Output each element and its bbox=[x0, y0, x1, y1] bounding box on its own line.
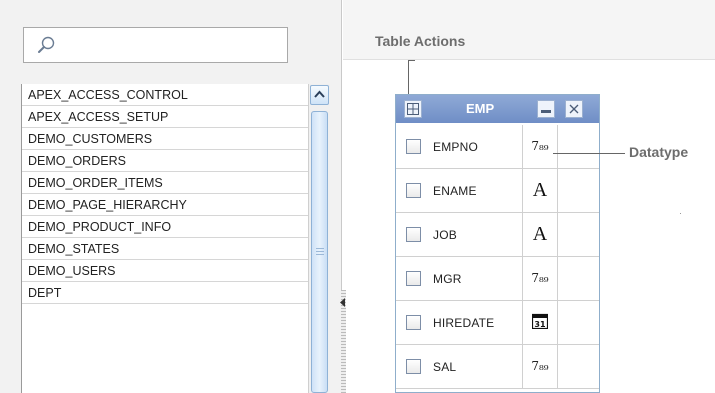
table-list-item[interactable]: DEMO_ORDERS bbox=[22, 150, 309, 172]
table-list-item[interactable]: DEMO_PRODUCT_INFO bbox=[22, 216, 309, 238]
column-checkbox[interactable] bbox=[406, 271, 421, 286]
emp-table-widget[interactable]: EMP EMPNO 7₈₉ ENAME A JOB A MGR 7₈₉ HIREDATE 31 SA… bbox=[395, 94, 600, 393]
emp-column-list: EMPNO 7₈₉ ENAME A JOB A MGR 7₈₉ HIREDATE 31 SAL 7₈₉ bbox=[396, 125, 599, 389]
column-checkbox[interactable] bbox=[406, 183, 421, 198]
column-row[interactable]: ENAME A bbox=[396, 169, 599, 213]
column-row[interactable]: HIREDATE 31 bbox=[396, 301, 599, 345]
datatype-callout-line bbox=[553, 153, 625, 154]
table-list-item[interactable]: DEMO_PAGE_HIERARCHY bbox=[22, 194, 309, 216]
table-list-item[interactable]: DEPT bbox=[22, 282, 309, 304]
column-checkbox[interactable] bbox=[406, 359, 421, 374]
table-actions-callout-line bbox=[408, 60, 415, 95]
text-type-icon: A bbox=[522, 213, 558, 256]
column-name: SAL bbox=[433, 360, 457, 374]
table-list-item[interactable]: DEMO_USERS bbox=[22, 260, 309, 282]
number-type-icon: 7₈₉ bbox=[522, 125, 558, 168]
calendar-type-icon: 31 bbox=[522, 301, 558, 344]
table-browser-panel: APEX_ACCESS_CONTROL APEX_ACCESS_SETUP DEMO… bbox=[0, 0, 342, 393]
minimize-icon[interactable] bbox=[537, 100, 555, 118]
chevron-up-icon bbox=[314, 90, 325, 98]
table-grid-icon[interactable] bbox=[404, 100, 422, 118]
number-type-icon: 7₈₉ bbox=[522, 257, 558, 300]
table-list-item[interactable]: DEMO_CUSTOMERS bbox=[22, 128, 309, 150]
column-name: EMPNO bbox=[433, 140, 479, 154]
collapse-arrow-icon[interactable] bbox=[340, 298, 345, 307]
table-list: APEX_ACCESS_CONTROL APEX_ACCESS_SETUP DEMO… bbox=[21, 84, 309, 393]
column-row[interactable]: MGR 7₈₉ bbox=[396, 257, 599, 301]
table-list-item[interactable]: DEMO_STATES bbox=[22, 238, 309, 260]
column-checkbox[interactable] bbox=[406, 227, 421, 242]
number-type-icon: 7₈₉ bbox=[522, 345, 558, 388]
close-icon[interactable] bbox=[565, 100, 583, 118]
column-checkbox[interactable] bbox=[406, 139, 421, 154]
emp-table-titlebar[interactable]: EMP bbox=[396, 95, 599, 123]
table-actions-header: Table Actions bbox=[343, 0, 715, 60]
table-list-item[interactable]: APEX_ACCESS_SETUP bbox=[22, 106, 309, 128]
search-input[interactable] bbox=[23, 27, 288, 63]
scroll-grip-icon bbox=[316, 248, 324, 256]
column-row[interactable]: SAL 7₈₉ bbox=[396, 345, 599, 389]
decorative-dot bbox=[680, 213, 681, 214]
column-name: HIREDATE bbox=[433, 316, 495, 330]
table-list-item[interactable]: DEMO_ORDER_ITEMS bbox=[22, 172, 309, 194]
table-list-item[interactable]: APEX_ACCESS_CONTROL bbox=[22, 84, 309, 106]
column-checkbox[interactable] bbox=[406, 315, 421, 330]
column-row[interactable]: EMPNO 7₈₉ bbox=[396, 125, 599, 169]
svg-text:31: 31 bbox=[534, 320, 546, 329]
column-row[interactable]: JOB A bbox=[396, 213, 599, 257]
scroll-up-button[interactable] bbox=[310, 85, 329, 105]
datatype-label: Datatype bbox=[629, 144, 689, 160]
column-name: MGR bbox=[433, 272, 462, 286]
search-icon bbox=[38, 36, 55, 53]
column-name: ENAME bbox=[433, 184, 477, 198]
scroll-thumb[interactable] bbox=[311, 111, 328, 393]
emp-table-title: EMP bbox=[466, 101, 495, 116]
vertical-scrollbar[interactable] bbox=[308, 84, 330, 393]
text-type-icon: A bbox=[522, 169, 558, 212]
column-name: JOB bbox=[433, 228, 457, 242]
table-actions-label: Table Actions bbox=[375, 33, 466, 49]
